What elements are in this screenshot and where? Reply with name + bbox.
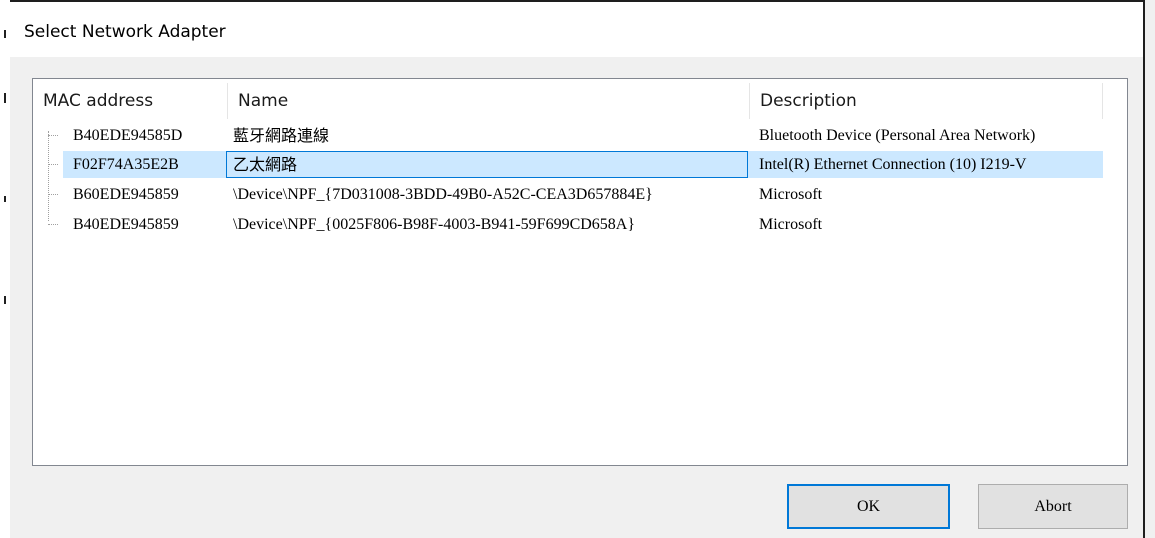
description-cell: Bluetooth Device (Personal Area Network)	[759, 127, 1036, 144]
name-cell: 乙太網路	[233, 155, 298, 174]
description-cell: Intel(R) Ethernet Connection (10) I219-V	[759, 156, 1027, 173]
background-window-edge	[0, 0, 10, 538]
edge-mark	[4, 296, 6, 304]
abort-button[interactable]: Abort	[978, 484, 1128, 529]
name-cell: 藍牙網路連線	[233, 126, 330, 145]
edge-mark	[4, 196, 6, 202]
ok-button[interactable]: OK	[787, 484, 950, 529]
name-cell: \Device\NPF_{0025F806-B98F-4003-B941-59F…	[233, 216, 636, 233]
tree-branch	[48, 194, 58, 195]
table-row-selected[interactable]: F02F74A35E2B 乙太網路 Intel(R) Ethernet Conn…	[33, 151, 1127, 178]
table-row[interactable]: B40EDE94585D 藍牙網路連線 Bluetooth Device (Pe…	[33, 122, 1127, 149]
column-header-mac-address[interactable]: MAC address	[33, 79, 227, 119]
window-border	[1143, 0, 1145, 538]
column-header-description[interactable]: Description	[750, 79, 1102, 119]
table-row[interactable]: B40EDE945859 \Device\NPF_{0025F806-B98F-…	[33, 211, 1127, 238]
mac-cell: B40EDE945859	[73, 216, 179, 233]
mac-cell: B40EDE94585D	[73, 127, 183, 144]
focus-rectangle	[226, 151, 748, 178]
description-cell: Microsoft	[759, 186, 823, 203]
table-row[interactable]: B60EDE945859 \Device\NPF_{7D031008-3BDD-…	[33, 181, 1127, 208]
mac-cell: F02F74A35E2B	[73, 156, 179, 173]
tree-branch	[48, 224, 58, 225]
dialog-title: Select Network Adapter	[24, 22, 226, 42]
description-cell: Microsoft	[759, 216, 823, 233]
select-network-adapter-dialog: Select Network Adapter MAC address Name …	[0, 0, 1155, 538]
adapter-list[interactable]: MAC address Name Description B40EDE94585…	[32, 78, 1128, 466]
title-bar[interactable]: Select Network Adapter	[10, 0, 1145, 57]
edge-mark	[4, 93, 6, 103]
name-cell: \Device\NPF_{7D031008-3BDD-49B0-A52C-CEA…	[233, 186, 653, 203]
tree-branch	[48, 135, 58, 136]
list-header: MAC address Name Description	[33, 79, 1127, 119]
column-header-name[interactable]: Name	[228, 79, 749, 119]
tree-branch	[48, 164, 58, 165]
mac-cell: B60EDE945859	[73, 186, 179, 203]
edge-mark	[4, 30, 6, 38]
column-divider[interactable]	[1102, 83, 1103, 119]
